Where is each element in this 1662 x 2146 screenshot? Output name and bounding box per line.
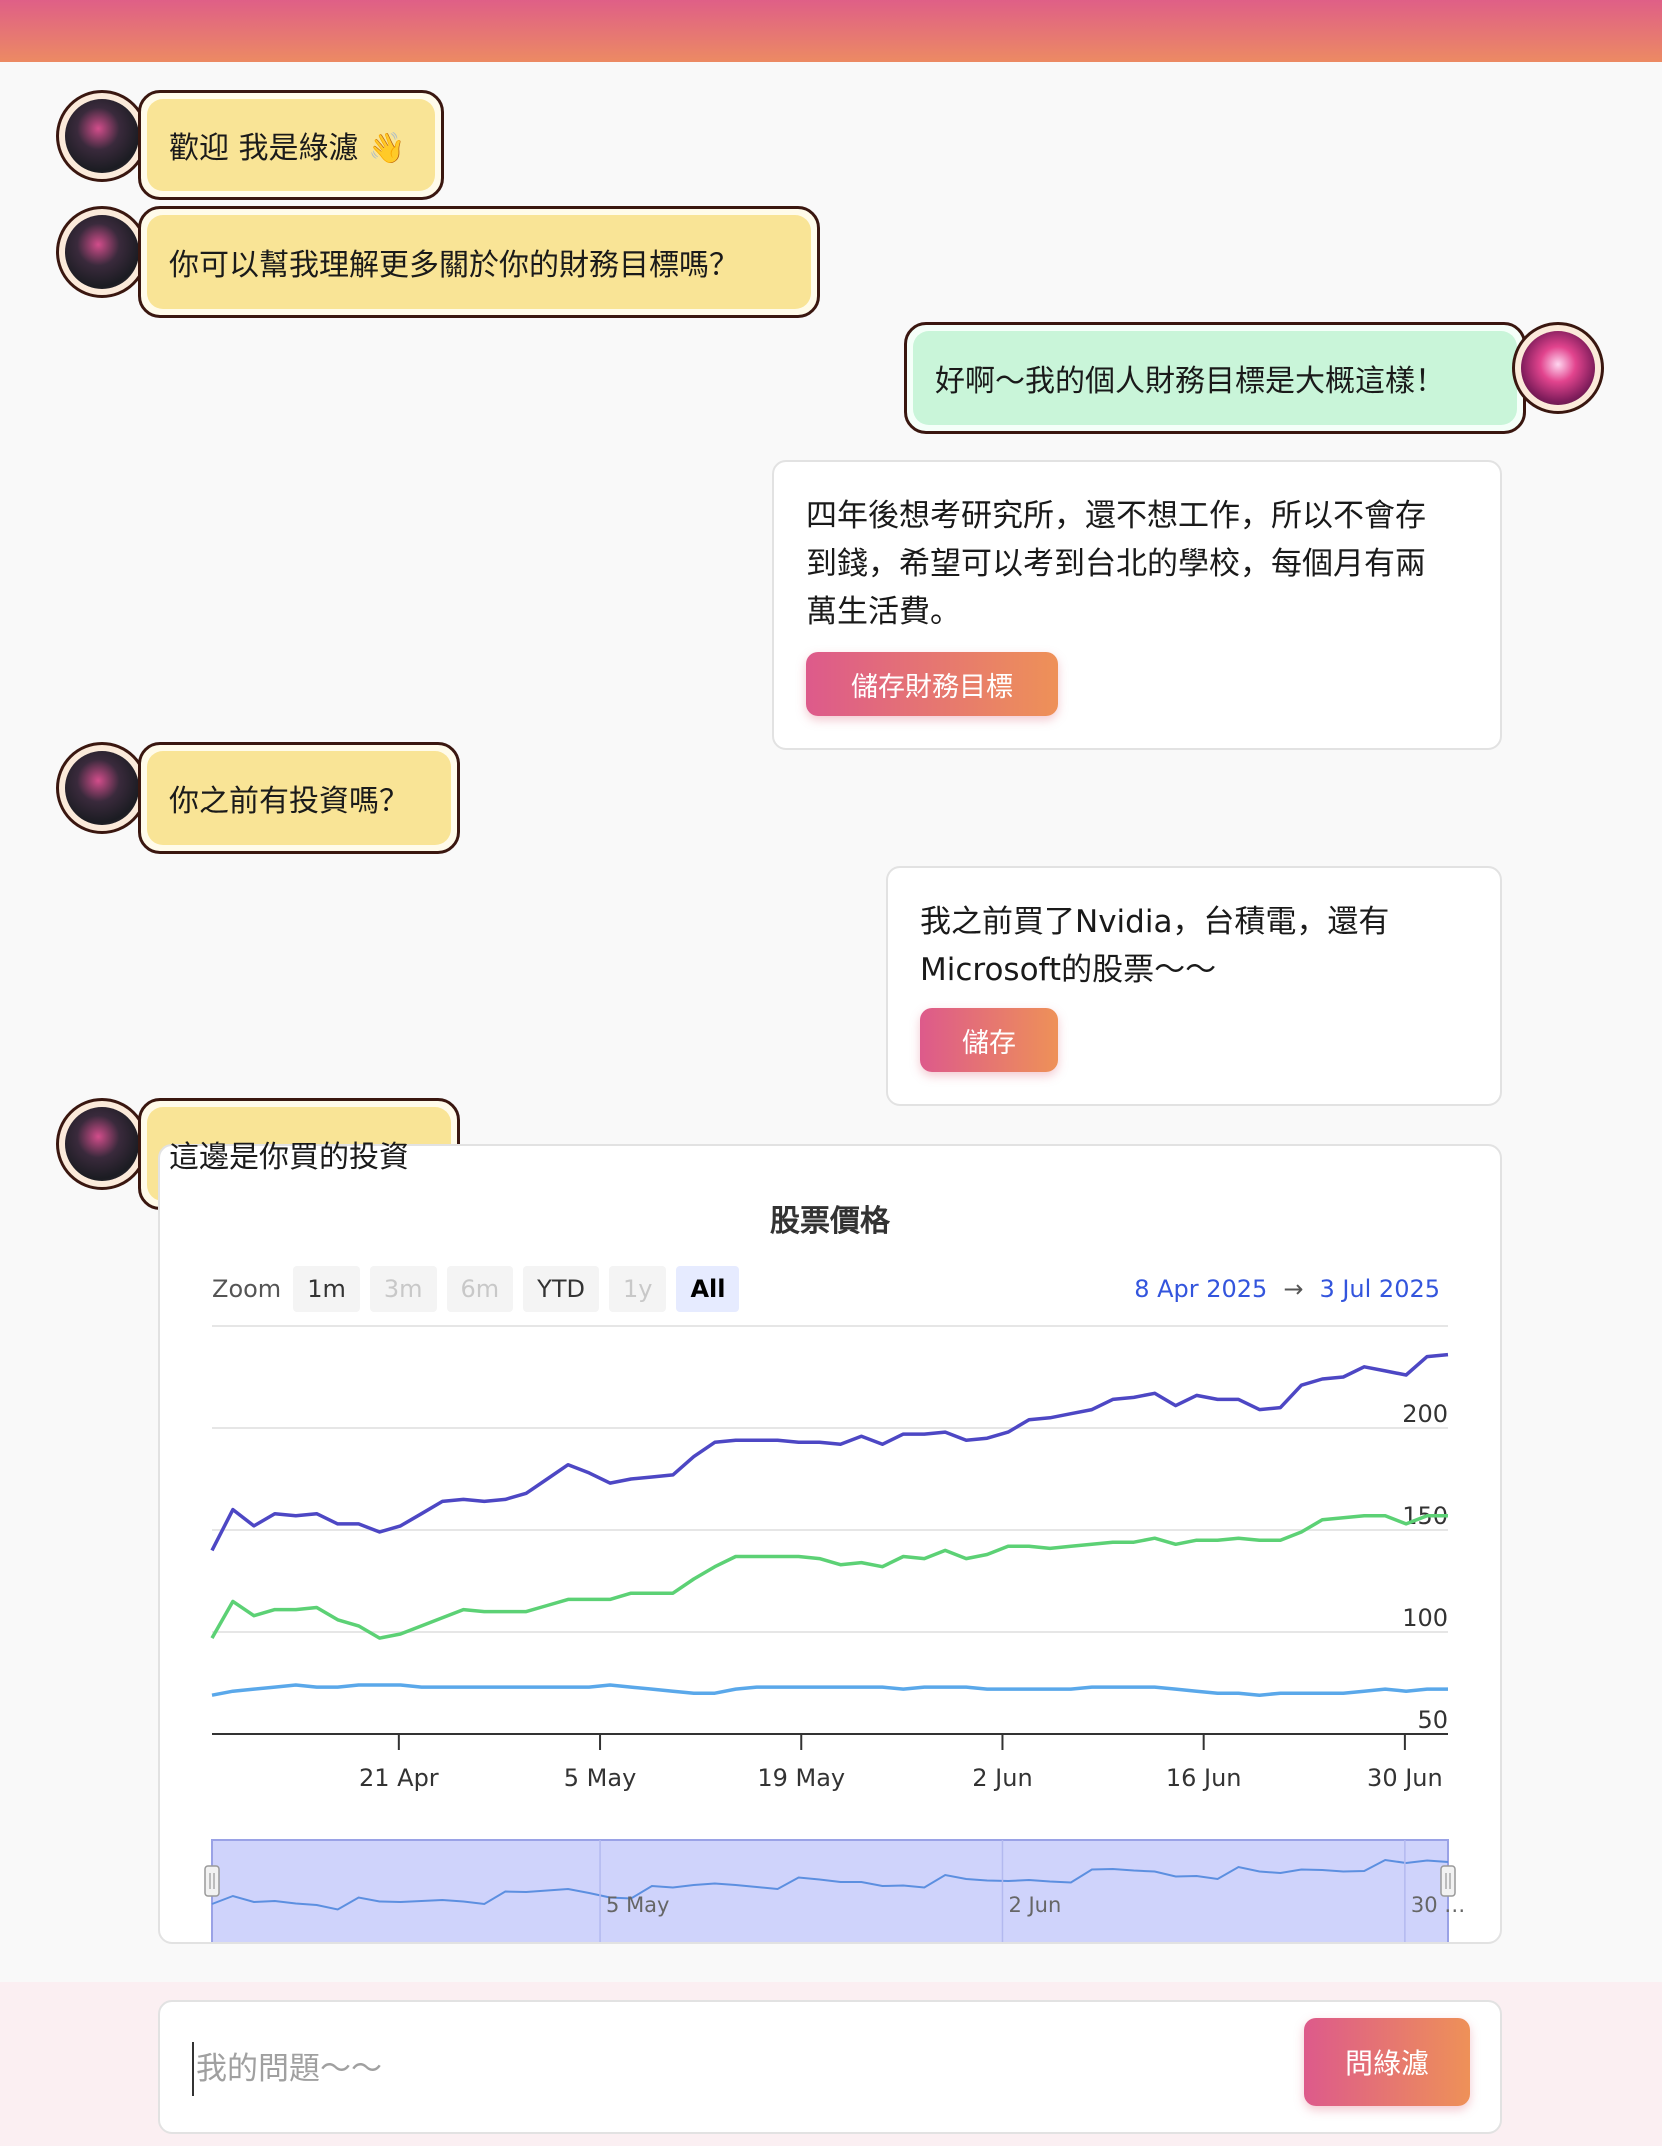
bot-avatar xyxy=(56,1098,148,1190)
question-input[interactable] xyxy=(192,2042,1192,2096)
bot-avatar xyxy=(56,742,148,834)
bot-message: 你之前有投資嗎？ xyxy=(138,742,460,854)
x-tick-label: 5 May xyxy=(564,1764,637,1792)
x-tick-label: 21 Apr xyxy=(359,1764,439,1792)
series-line-3 xyxy=(211,1683,1448,1697)
top-gradient-bar xyxy=(0,0,1662,62)
y-tick-label: 200 xyxy=(1402,1400,1448,1428)
x-tick-label: 30 Jun xyxy=(1367,1764,1443,1792)
user-avatar xyxy=(1512,322,1604,414)
save-financial-goal-button[interactable]: 儲存財務目標 xyxy=(806,652,1058,716)
navigator-label: 30 … xyxy=(1411,1893,1465,1917)
ask-button[interactable]: 問綠濾 xyxy=(1304,2018,1470,2106)
investment-card: 我之前買了Nvidia，台積電，還有 Microsoft的股票～～ 儲存 xyxy=(886,866,1502,1106)
navigator-label: 5 May xyxy=(606,1893,669,1917)
composer: 問綠濾 xyxy=(158,2000,1502,2134)
save-button[interactable]: 儲存 xyxy=(920,1008,1058,1072)
bot-message-text: 這邊是你買的投資 xyxy=(169,1140,409,1175)
x-tick-label: 19 May xyxy=(757,1764,845,1792)
navigator-right-handle[interactable] xyxy=(1440,1865,1456,1897)
y-tick-label: 50 xyxy=(1417,1706,1448,1734)
series-line-1 xyxy=(210,1352,1449,1552)
bot-message-text: 你之前有投資嗎？ xyxy=(169,784,409,819)
series-line-2 xyxy=(210,1513,1448,1640)
navigator-selection xyxy=(211,1839,1449,1942)
navigator-label: 2 Jun xyxy=(1008,1893,1061,1917)
navigator-left-handle[interactable] xyxy=(204,1865,220,1897)
bot-avatar xyxy=(56,206,148,298)
x-tick-label: 2 Jun xyxy=(972,1764,1032,1792)
bot-message-text: 歡迎 我是綠濾 👋 xyxy=(169,131,406,166)
stock-chart-card: 股票價格 Zoom 1m 3m 6m YTD 1y All 8 Apr 2025… xyxy=(158,1144,1502,1944)
user-message-text: 好啊～我的個人財務目標是大概這樣！ xyxy=(935,364,1445,399)
investment-text: 我之前買了Nvidia，台積電，還有 Microsoft的股票～～ xyxy=(920,904,1390,988)
financial-goal-text: 四年後想考研究所，還不想工作，所以不會存 到錢，希望可以考到台北的學校，每個月有… xyxy=(806,498,1426,630)
bot-message: 歡迎 我是綠濾 👋 xyxy=(138,90,444,200)
user-message: 好啊～我的個人財務目標是大概這樣！ xyxy=(904,322,1526,434)
bot-avatar xyxy=(56,90,148,182)
y-tick-label: 100 xyxy=(1402,1604,1448,1632)
financial-goal-card: 四年後想考研究所，還不想工作，所以不會存 到錢，希望可以考到台北的學校，每個月有… xyxy=(772,460,1502,750)
bot-message: 你可以幫我理解更多關於你的財務目標嗎？ xyxy=(138,206,820,318)
bot-message-text: 你可以幫我理解更多關於你的財務目標嗎？ xyxy=(169,248,739,283)
x-tick-label: 16 Jun xyxy=(1166,1764,1242,1792)
stock-price-chart[interactable]: 5010015020021 Apr 5 May 19 May 2 Jun 16 Jun 3… xyxy=(160,1146,1502,1944)
